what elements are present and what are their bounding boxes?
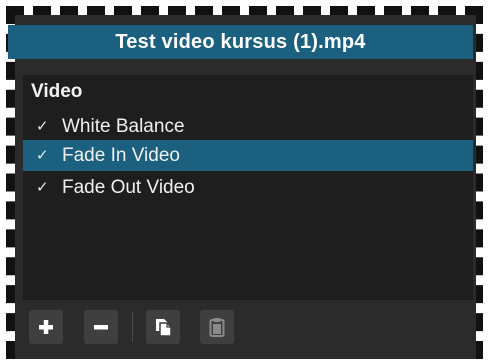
- filter-toolbar: [23, 300, 473, 359]
- paste-filters-button[interactable]: [200, 310, 234, 344]
- paste-icon: [209, 318, 225, 337]
- toolbar-separator: [132, 312, 133, 342]
- minus-icon: [94, 325, 108, 330]
- filter-label: Fade Out Video: [62, 177, 195, 198]
- checkbox-fade-out-video[interactable]: ✓: [36, 172, 49, 203]
- checkbox-white-balance[interactable]: ✓: [36, 111, 49, 142]
- checkbox-fade-in-video[interactable]: ✓: [36, 140, 49, 171]
- filter-row-white-balance[interactable]: ✓ White Balance: [23, 111, 473, 142]
- clip-title: Test video kursus (1).mp4: [8, 25, 473, 59]
- filter-row-fade-out-video[interactable]: ✓ Fade Out Video: [23, 172, 473, 203]
- filter-label: White Balance: [62, 116, 185, 137]
- copy-icon: [156, 319, 172, 337]
- group-header-video: Video: [31, 81, 83, 102]
- add-filter-button[interactable]: [29, 310, 63, 344]
- copy-filters-button[interactable]: [146, 310, 180, 344]
- plus-icon: [39, 320, 53, 334]
- filter-list[interactable]: Video ✓ White Balance ✓ Fade In Video ✓ …: [23, 75, 473, 300]
- filter-label: Fade In Video: [62, 145, 180, 166]
- remove-filter-button[interactable]: [84, 310, 118, 344]
- filter-row-fade-in-video[interactable]: ✓ Fade In Video: [23, 140, 473, 171]
